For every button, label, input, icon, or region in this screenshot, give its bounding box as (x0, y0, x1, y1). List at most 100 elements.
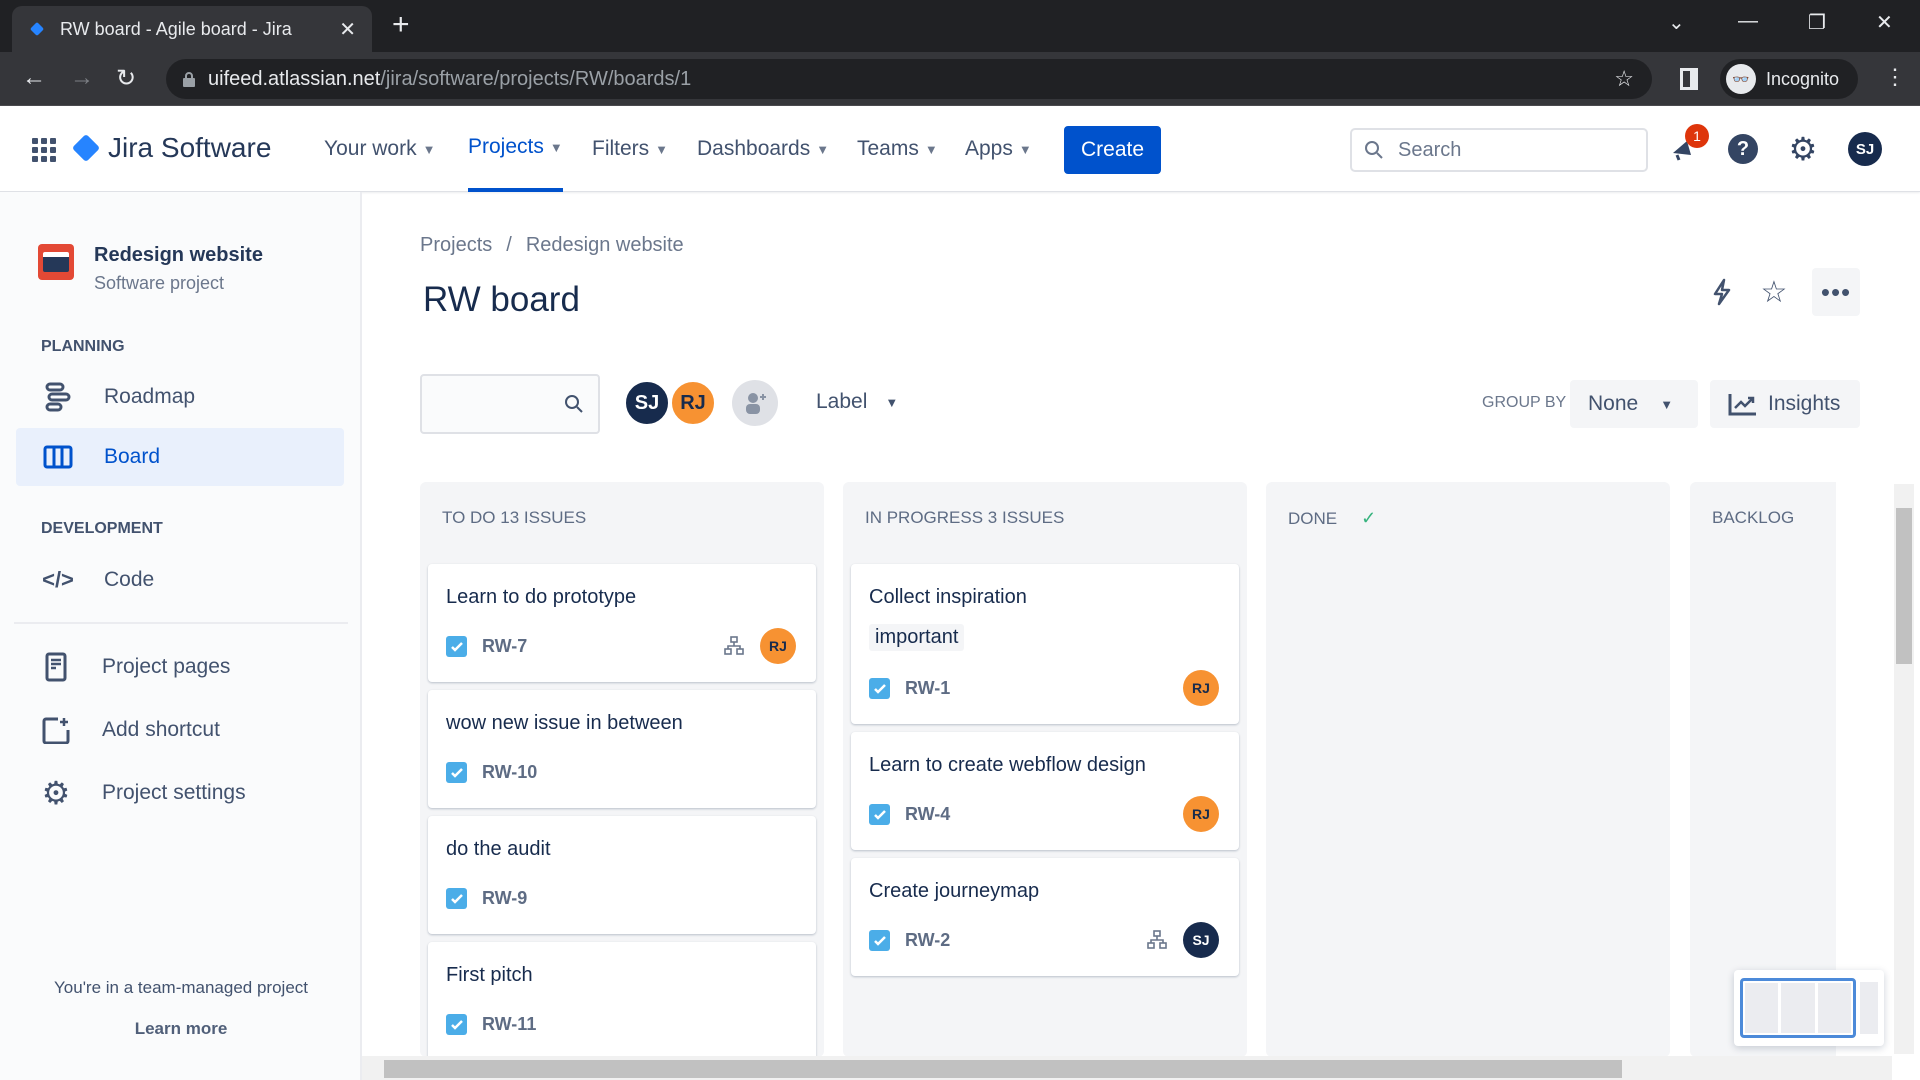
nav-filters[interactable]: Filters ▼ (592, 106, 668, 192)
filter-avatar-sj[interactable]: SJ (624, 380, 670, 426)
nav-apps[interactable]: Apps ▼ (965, 106, 1032, 192)
tab-search-icon[interactable]: ⌄ (1668, 10, 1685, 35)
back-icon[interactable]: ← (22, 64, 46, 92)
breadcrumb-project[interactable]: Redesign website (526, 234, 684, 256)
jira-logo[interactable]: Jira Software (71, 132, 272, 164)
assignee-avatar[interactable]: RJ (1183, 670, 1219, 706)
nav-projects[interactable]: Projects ▼ (468, 106, 563, 192)
nav-label: Filters (592, 137, 650, 160)
assignee-avatar[interactable]: SJ (1183, 922, 1219, 958)
task-type-icon (869, 930, 890, 951)
more-actions-icon[interactable]: ••• (1812, 268, 1860, 316)
nav-your-work[interactable]: Your work ▼ (324, 106, 435, 192)
bookmark-star-icon[interactable]: ☆ (1614, 66, 1634, 92)
help-icon[interactable]: ? (1726, 132, 1760, 166)
side-panel-icon[interactable] (1680, 68, 1698, 90)
board-search-input[interactable] (420, 374, 600, 434)
search-icon (565, 395, 583, 413)
vertical-scrollbar[interactable] (1894, 484, 1914, 1054)
sidebar-item-project-settings[interactable]: ⚙ Project settings (16, 764, 344, 822)
jira-top-nav: Jira Software Your work ▼ Projects ▼ Filte… (0, 106, 1920, 192)
issue-label-tag: important (869, 624, 965, 651)
assignee-avatar[interactable]: RJ (760, 628, 796, 664)
column-header: IN PROGRESS 3 ISSUES (865, 508, 1065, 527)
address-bar[interactable]: uifeed.atlassian.net/jira/software/proje… (166, 59, 1652, 99)
add-people-icon[interactable] (732, 380, 778, 426)
close-tab-icon[interactable]: ✕ (339, 17, 356, 42)
chevron-down-icon: ▼ (422, 141, 436, 157)
sidebar-item-code[interactable]: </> Code (16, 551, 344, 609)
new-tab-icon[interactable]: + (392, 10, 410, 40)
issue-key: RW-7 (482, 636, 528, 656)
profile-avatar[interactable]: SJ (1848, 132, 1882, 166)
group-by-dropdown[interactable]: None ▼ (1570, 380, 1698, 428)
column-todo: TO DO 13 ISSUES Learn to do prototype RW… (420, 482, 824, 1060)
star-icon[interactable]: ☆ (1752, 272, 1796, 312)
minimize-icon[interactable]: — (1738, 10, 1758, 33)
issue-key-row: RW-11 (446, 1014, 536, 1035)
filter-avatar-rj[interactable]: RJ (670, 380, 716, 426)
assignee-avatar[interactable]: RJ (1183, 796, 1219, 832)
group-by-label: GROUP BY (1482, 394, 1567, 411)
settings-gear-icon[interactable]: ⚙ (1786, 131, 1820, 167)
task-type-icon (869, 804, 890, 825)
issue-card[interactable]: Create journeymap RW-2 SJ (851, 858, 1239, 976)
horizontal-scroll-thumb[interactable] (384, 1060, 1622, 1078)
project-header[interactable]: Redesign website Software project (38, 244, 263, 294)
project-avatar-icon (38, 244, 74, 280)
app-switcher-icon[interactable] (32, 138, 56, 162)
subtasks-icon (724, 636, 744, 655)
horizontal-scrollbar[interactable] (362, 1056, 1892, 1080)
create-button[interactable]: Create (1064, 126, 1161, 174)
issue-key-row: RW-7 (446, 636, 527, 657)
subtasks-icon (1147, 930, 1167, 949)
issue-card[interactable]: wow new issue in between RW-10 (428, 690, 816, 808)
issue-card[interactable]: Learn to create webflow design RW-4 RJ (851, 732, 1239, 850)
incognito-indicator[interactable]: 👓 Incognito (1720, 59, 1858, 99)
notification-badge: 1 (1685, 124, 1709, 148)
label-filter-dropdown[interactable]: Label ▼ (816, 390, 898, 414)
chevron-down-icon: ▼ (816, 141, 830, 157)
chevron-down-icon: ▼ (1660, 396, 1674, 412)
column-header: DONE ✓ (1288, 508, 1376, 529)
incognito-label: Incognito (1766, 68, 1840, 89)
column-header: BACKLOG (1712, 508, 1795, 527)
restore-icon[interactable]: ❐ (1808, 10, 1826, 35)
automation-lightning-icon[interactable] (1700, 272, 1744, 312)
insights-button[interactable]: Insights (1710, 380, 1860, 428)
nav-label: Projects (468, 135, 544, 158)
browser-tab[interactable]: RW board - Agile board - Jira ✕ (12, 6, 372, 52)
board-minimap[interactable] (1734, 970, 1884, 1046)
issue-card[interactable]: First pitch RW-11 (428, 942, 816, 1060)
learn-more-link[interactable]: Learn more (0, 1019, 362, 1039)
label-filter-text: Label (816, 390, 868, 413)
column-header: TO DO 13 ISSUES (442, 508, 587, 527)
sidebar-item-roadmap[interactable]: Roadmap (16, 368, 344, 426)
sidebar-item-add-shortcut[interactable]: Add shortcut (16, 701, 344, 759)
column-done: DONE ✓ (1266, 482, 1670, 1057)
breadcrumb-separator: / (506, 234, 512, 256)
gear-icon: ⚙ (41, 775, 71, 811)
task-type-icon (446, 636, 467, 657)
global-search-input[interactable]: Search (1350, 128, 1648, 172)
issue-card[interactable]: Collect inspiration important RW-1 RJ (851, 564, 1239, 724)
vertical-scroll-thumb[interactable] (1896, 508, 1912, 664)
close-window-icon[interactable]: ✕ (1876, 10, 1893, 35)
sidebar-divider (14, 622, 348, 624)
minimap-viewport[interactable] (1740, 978, 1856, 1038)
issue-key-row: RW-4 (869, 804, 950, 825)
column-title: DONE (1288, 508, 1338, 528)
product-name: Jira Software (108, 132, 272, 163)
sidebar-item-board[interactable]: Board (16, 428, 344, 486)
issue-card[interactable]: do the audit RW-9 (428, 816, 816, 934)
issue-card[interactable]: Learn to do prototype RW-7 RJ (428, 564, 816, 682)
sidebar-label: Code (104, 568, 155, 591)
nav-dashboards[interactable]: Dashboards ▼ (697, 106, 829, 192)
reload-icon[interactable]: ↻ (116, 64, 136, 93)
nav-teams[interactable]: Teams ▼ (857, 106, 938, 192)
browser-menu-icon[interactable]: ⋮ (1884, 64, 1906, 90)
breadcrumb-projects[interactable]: Projects (420, 234, 492, 256)
forward-icon[interactable]: → (70, 64, 94, 92)
column-in-progress: IN PROGRESS 3 ISSUES Collect inspiration… (843, 482, 1247, 1057)
sidebar-item-project-pages[interactable]: Project pages (16, 638, 344, 696)
